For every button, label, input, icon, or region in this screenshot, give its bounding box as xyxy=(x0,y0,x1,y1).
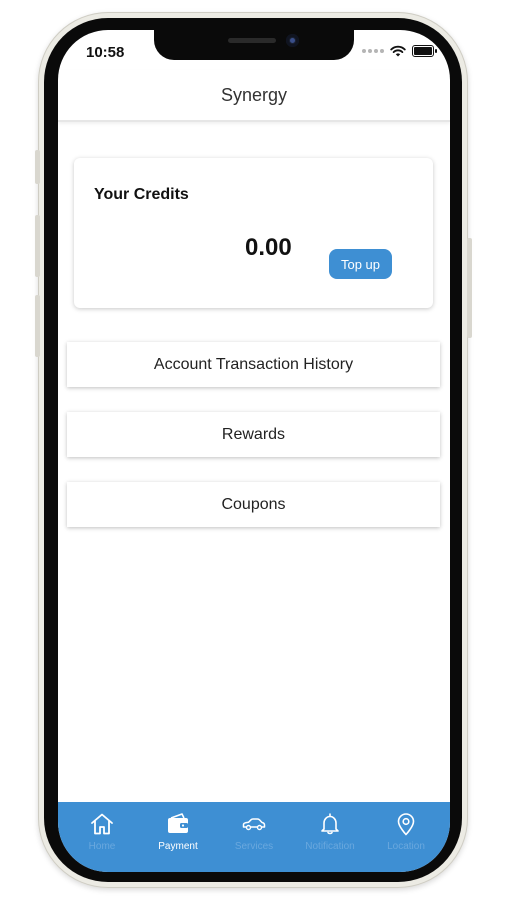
volume-up-button xyxy=(35,215,40,277)
mute-switch xyxy=(35,150,40,184)
credits-title: Your Credits xyxy=(94,186,189,203)
coupons-button[interactable]: Coupons xyxy=(67,482,440,527)
credits-card: Your Credits 0.00 Top up xyxy=(74,158,433,308)
wifi-icon xyxy=(390,45,406,57)
tab-label: Notification xyxy=(305,841,355,852)
account-transaction-history-button[interactable]: Account Transaction History xyxy=(67,342,440,387)
location-pin-icon xyxy=(397,813,415,836)
tab-location[interactable]: Location xyxy=(369,802,443,872)
tab-payment[interactable]: Payment xyxy=(141,802,215,872)
tab-label: Services xyxy=(234,841,274,852)
tab-label: Home xyxy=(88,841,116,852)
tab-services[interactable]: Services xyxy=(217,802,291,872)
stage: 10:58 Synergy Your Credits 0.00 Top up A… xyxy=(0,0,507,900)
status-time: 10:58 xyxy=(86,44,125,61)
cellular-signal-icon xyxy=(362,49,384,53)
top-up-button[interactable]: Top up xyxy=(329,249,392,279)
tab-home[interactable]: Home xyxy=(65,802,139,872)
tab-label: Payment xyxy=(158,841,198,852)
car-icon xyxy=(242,818,266,831)
phone-screen: 10:58 Synergy Your Credits 0.00 Top up A… xyxy=(58,30,450,872)
volume-down-button xyxy=(35,295,40,357)
status-icons xyxy=(362,45,437,57)
power-button xyxy=(467,238,472,338)
wallet-icon xyxy=(168,813,188,833)
tab-label: Location xyxy=(387,841,425,852)
bell-icon xyxy=(321,813,339,835)
credits-amount: 0.00 xyxy=(245,234,292,261)
speaker-grille xyxy=(228,38,276,43)
notch xyxy=(154,30,354,60)
front-camera xyxy=(286,34,299,47)
tab-notification[interactable]: Notification xyxy=(293,802,367,872)
rewards-button[interactable]: Rewards xyxy=(67,412,440,457)
tab-bar: Home Payment Services Notification Locat… xyxy=(58,802,450,872)
nav-header: Synergy xyxy=(58,70,450,122)
home-icon xyxy=(91,813,113,835)
battery-icon xyxy=(412,45,437,57)
page-title: Synergy xyxy=(220,84,288,105)
